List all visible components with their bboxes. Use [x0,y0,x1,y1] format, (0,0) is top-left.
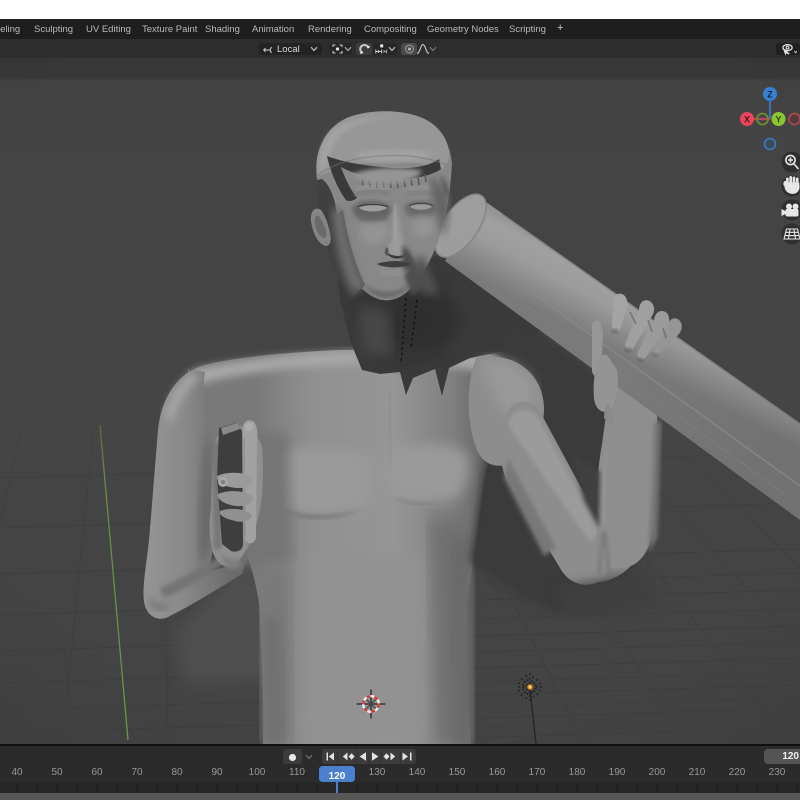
svg-text:Y: Y [775,115,781,125]
svg-text:Z: Z [767,90,773,100]
svg-text:X: X [744,115,750,125]
